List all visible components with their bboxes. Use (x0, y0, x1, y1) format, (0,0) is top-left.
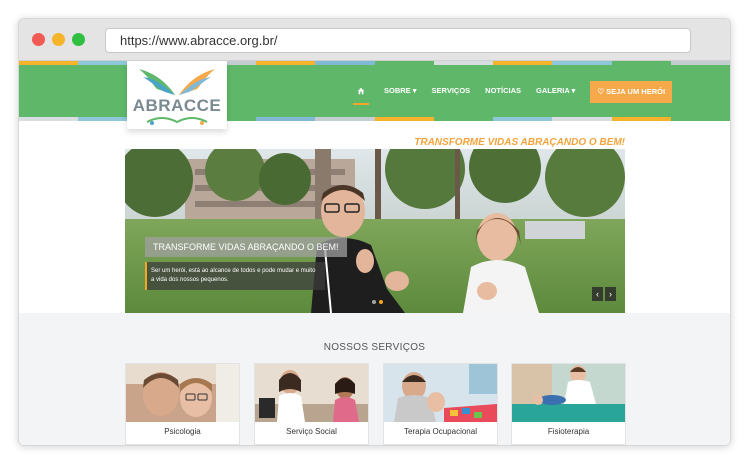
minimize-window-button[interactable] (52, 33, 65, 46)
service-image-psicologia (126, 364, 239, 422)
web-page: ABRACCE SOBRE ▾ SERVIÇOS NOTÍCIAS GALERI… (19, 61, 730, 445)
service-card-servico-social[interactable]: Serviço Social (254, 363, 369, 445)
browser-window: https://www.abracce.org.br/ ABRACCE SOBR… (18, 18, 731, 446)
chevron-left-icon[interactable]: ‹ (592, 287, 603, 301)
color-stripe-bottom (19, 117, 730, 121)
service-label: Psicologia (164, 427, 201, 436)
maximize-window-button[interactable] (72, 33, 85, 46)
service-label: Serviço Social (286, 427, 337, 436)
browser-toolbar: https://www.abracce.org.br/ (19, 19, 730, 61)
service-image-terapia-ocupacional (384, 364, 497, 422)
site-logo[interactable]: ABRACCE (127, 61, 227, 129)
main-nav: SOBRE ▾ SERVIÇOS NOTÍCIAS GALERIA ▾ ♡ SE… (353, 79, 673, 105)
slide-caption-title: TRANSFORME VIDAS ABRAÇANDO O BEM! (145, 237, 347, 257)
address-bar[interactable]: https://www.abracce.org.br/ (105, 28, 691, 53)
service-label: Terapia Ocupacional (404, 427, 477, 436)
service-label: Fisioterapia (547, 427, 590, 436)
home-icon (357, 87, 365, 95)
services-title: NOSSOS SERVIÇOS (323, 342, 426, 353)
close-window-button[interactable] (32, 33, 45, 46)
slider-dot[interactable] (372, 300, 376, 304)
nav-galeria[interactable]: GALERIA ▾ (536, 79, 575, 105)
leaves-icon (146, 117, 208, 125)
service-card-fisioterapia[interactable]: Fisioterapia (511, 363, 626, 445)
wings-icon (139, 69, 215, 95)
logo-text: ABRACCE (132, 96, 222, 115)
slide-caption-text: Ser um herói, está ao alcance de todos e… (145, 262, 325, 290)
hero-slider: TRANSFORME VIDAS ABRAÇANDO O BEM! Ser um… (125, 149, 625, 313)
service-image-servico-social (255, 364, 368, 422)
seja-um-heroi-button[interactable]: ♡ SEJA UM HERÓI (590, 81, 673, 103)
nav-home[interactable] (353, 79, 369, 105)
nav-sobre[interactable]: SOBRE ▾ (384, 79, 417, 105)
chevron-right-icon[interactable]: › (605, 287, 616, 301)
slider-dot-active[interactable] (379, 300, 383, 304)
nav-noticias[interactable]: NOTÍCIAS (485, 79, 521, 105)
service-card-terapia-ocupacional[interactable]: Terapia Ocupacional (383, 363, 498, 445)
service-image-fisioterapia (512, 364, 625, 422)
slider-dots (372, 300, 383, 304)
tagline: TRANSFORME VIDAS ABRAÇANDO O BEM! (414, 137, 625, 148)
service-card-psicologia[interactable]: Psicologia (125, 363, 240, 445)
nav-servicos[interactable]: SERVIÇOS (432, 79, 471, 105)
services-section: NOSSOS SERVIÇOS Psicologia Serviço Socia… (19, 313, 730, 445)
